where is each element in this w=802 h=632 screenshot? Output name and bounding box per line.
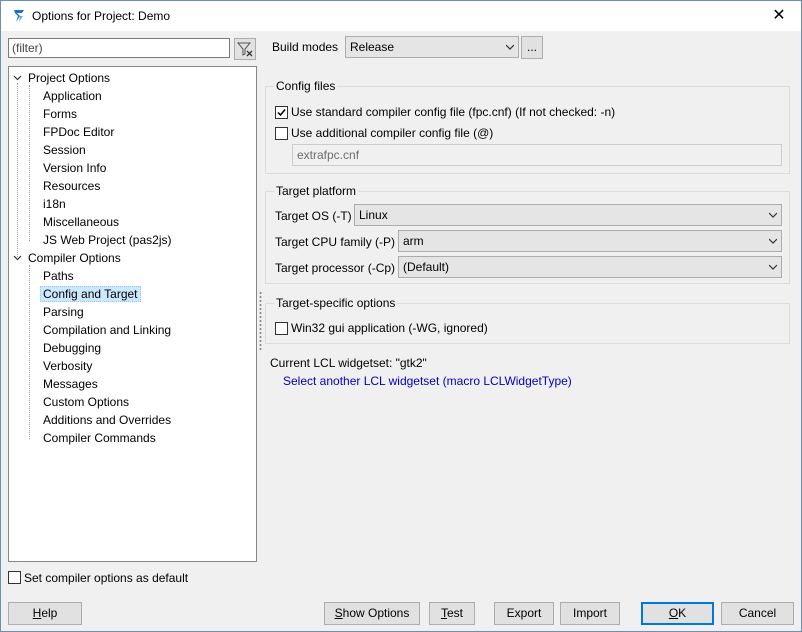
- tree-label: Compiler Options: [28, 251, 121, 265]
- help-button[interactable]: Help: [8, 602, 82, 625]
- use-standard-config-label: Use standard compiler config file (fpc.c…: [291, 105, 616, 119]
- current-lcl-widgetset: Current LCL widgetset: "gtk2": [270, 356, 427, 370]
- target-processor-select[interactable]: (Default): [398, 256, 782, 278]
- tree-item-messages[interactable]: Messages: [43, 375, 98, 393]
- options-dialog: Options for Project: Demo ✕ (filter) Pro…: [0, 0, 802, 632]
- splitter[interactable]: [259, 291, 262, 351]
- tree-item-forms[interactable]: Forms: [43, 105, 77, 123]
- target-processor-label: Target processor (-Cp): [275, 261, 396, 275]
- tree-item-resources[interactable]: Resources: [43, 177, 100, 195]
- tree-item-paths[interactable]: Paths: [43, 267, 74, 285]
- target-os-label: Target OS (-T): [275, 209, 352, 223]
- chevron-down-icon: [769, 238, 777, 244]
- lazarus-icon: [14, 10, 24, 22]
- import-button[interactable]: Import: [560, 602, 620, 625]
- target-cpu-value: arm: [403, 234, 424, 248]
- tree-item-verbosity[interactable]: Verbosity: [43, 357, 92, 375]
- config-files-title: Config files: [274, 79, 338, 93]
- ok-button[interactable]: OK: [641, 602, 714, 625]
- options-tree[interactable]: Project Options Application Forms FPDoc …: [8, 66, 257, 562]
- checkmark-icon: [277, 109, 286, 117]
- help-label: elp: [41, 606, 58, 620]
- window-title: Options for Project: Demo: [32, 9, 171, 23]
- ok-label: K: [678, 606, 687, 620]
- tree-item-i18n[interactable]: i18n: [43, 195, 66, 213]
- target-os-value: Linux: [359, 208, 388, 222]
- show-options-button[interactable]: Show Options: [324, 602, 420, 625]
- build-modes-select[interactable]: Release: [345, 36, 519, 58]
- tree-item-miscellaneous[interactable]: Miscellaneous: [43, 213, 119, 231]
- tree-item-parsing[interactable]: Parsing: [43, 303, 84, 321]
- target-specific-title: Target-specific options: [274, 296, 398, 310]
- target-os-select[interactable]: Linux: [354, 204, 782, 226]
- additional-config-file-field[interactable]: extrafpc.cnf: [292, 144, 782, 166]
- filter-clear-icon: [236, 42, 253, 57]
- build-modes-label: Build modes: [272, 40, 339, 54]
- export-button[interactable]: Export: [494, 602, 554, 625]
- chevron-down-icon[interactable]: [13, 73, 22, 82]
- cancel-button[interactable]: Cancel: [721, 602, 794, 625]
- tree-item-additions-and-overrides[interactable]: Additions and Overrides: [43, 411, 171, 429]
- tree-item-custom-options[interactable]: Custom Options: [43, 393, 129, 411]
- win32-gui-label: Win32 gui application (-WG, ignored): [291, 321, 488, 335]
- tree-label: Project Options: [28, 71, 111, 85]
- target-cpu-label: Target CPU family (-P): [275, 235, 396, 249]
- tree-item-js-web-project[interactable]: JS Web Project (pas2js): [43, 231, 172, 249]
- target-processor-value: (Default): [403, 260, 450, 274]
- tree-item-compiler-commands[interactable]: Compiler Commands: [43, 429, 156, 447]
- build-modes-edit-button[interactable]: ...: [521, 36, 543, 59]
- test-button[interactable]: Test: [429, 602, 475, 625]
- test-label: est: [446, 606, 463, 620]
- use-additional-config-label: Use additional compiler config file (@): [291, 126, 494, 140]
- chevron-down-icon: [769, 212, 777, 218]
- chevron-down-icon: [506, 44, 514, 50]
- tree-item-version-info[interactable]: Version Info: [43, 159, 106, 177]
- tree-item-config-and-target[interactable]: Config and Target: [40, 285, 141, 303]
- clear-filter-button[interactable]: [234, 38, 256, 60]
- chevron-down-icon[interactable]: [13, 253, 22, 262]
- tree-item-session[interactable]: Session: [43, 141, 86, 159]
- set-default-label: Set compiler options as default: [24, 571, 189, 585]
- set-default-checkbox[interactable]: [8, 571, 21, 584]
- chevron-down-icon: [769, 264, 777, 270]
- ok-mnemonic: O: [668, 606, 679, 620]
- close-button[interactable]: ✕: [757, 1, 801, 31]
- use-additional-config-checkbox[interactable]: [275, 127, 288, 140]
- tree-item-debugging[interactable]: Debugging: [43, 339, 101, 357]
- show-options-mnemonic: S: [334, 606, 343, 620]
- filter-input[interactable]: (filter): [8, 38, 230, 58]
- tree-item-compilation-and-linking[interactable]: Compilation and Linking: [43, 321, 171, 339]
- select-lcl-widgetset-link[interactable]: Select another LCL widgetset (macro LCLW…: [283, 374, 572, 388]
- title-bar: Options for Project: Demo ✕: [1, 1, 801, 31]
- tree-item-application[interactable]: Application: [43, 87, 102, 105]
- show-options-label: how Options: [342, 606, 410, 620]
- win32-gui-checkbox[interactable]: [275, 322, 288, 335]
- target-cpu-select[interactable]: arm: [398, 230, 782, 252]
- build-modes-value: Release: [350, 40, 395, 54]
- use-standard-config-checkbox[interactable]: [275, 106, 288, 119]
- tree-item-fpdoc-editor[interactable]: FPDoc Editor: [43, 123, 114, 141]
- target-platform-title: Target platform: [274, 184, 359, 198]
